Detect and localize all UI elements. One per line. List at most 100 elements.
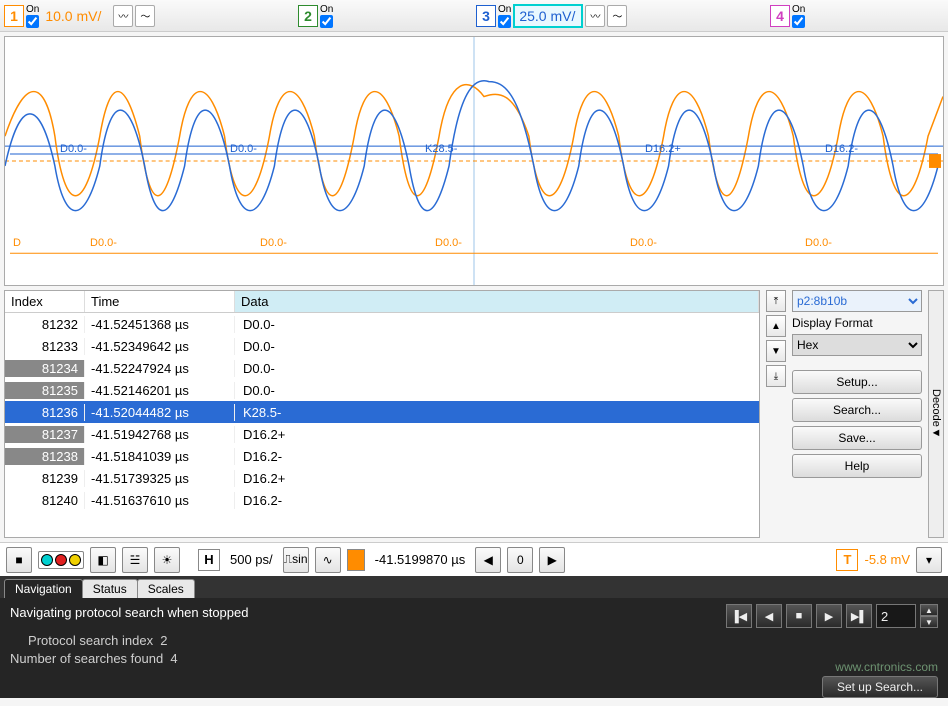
- channel-2-on-checkbox[interactable]: [320, 15, 333, 28]
- nav-stop-button[interactable]: ■: [786, 604, 812, 628]
- cell-data: D16.2-: [235, 492, 759, 509]
- channel-4-on-checkbox[interactable]: [792, 15, 805, 28]
- nav-searches-found: Number of searches found 4: [10, 650, 938, 668]
- cell-time: -41.51942768 µs: [85, 426, 235, 443]
- table-row[interactable]: 81232-41.52451368 µsD0.0-: [5, 313, 759, 335]
- table-row[interactable]: 81233-41.52349642 µsD0.0-: [5, 335, 759, 357]
- cell-index: 81236: [5, 404, 85, 421]
- yellow-dot-icon: [69, 554, 81, 566]
- cell-index: 81233: [5, 338, 85, 355]
- timebase-mode-b-button[interactable]: ∿: [315, 547, 341, 573]
- cell-time: -41.51739325 µs: [85, 470, 235, 487]
- run-stop-button[interactable]: ■: [6, 547, 32, 573]
- channel-2-button[interactable]: 2: [298, 5, 318, 27]
- col-index[interactable]: Index: [5, 291, 85, 312]
- table-body[interactable]: 81232-41.52451368 µsD0.0-81233-41.523496…: [5, 313, 759, 537]
- tab-navigation[interactable]: Navigation: [4, 579, 83, 598]
- cell-index: 81235: [5, 382, 85, 399]
- cell-index: 81239: [5, 470, 85, 487]
- channel-4-group: 4 On: [770, 4, 805, 28]
- cell-time: -41.51637610 µs: [85, 492, 235, 509]
- bottom-toolbar: ■ ◧ ☱ ☀ H 500 ps/ ⎍sin ∿ -41.5199870 µs …: [0, 542, 948, 576]
- brightness-button[interactable]: ☀: [154, 547, 180, 573]
- channel-4-on-box: On: [792, 4, 805, 28]
- cell-data: D0.0-: [235, 316, 759, 333]
- col-data[interactable]: Data: [235, 291, 759, 312]
- table-row[interactable]: 81238-41.51841039 µsD16.2-: [5, 445, 759, 467]
- table-row[interactable]: 81234-41.52247924 µsD0.0-: [5, 357, 759, 379]
- table-row[interactable]: 81239-41.51739325 µsD16.2+: [5, 467, 759, 489]
- help-button[interactable]: Help: [792, 454, 922, 478]
- cell-data: D0.0-: [235, 382, 759, 399]
- channel-2-on-label: On: [320, 4, 333, 15]
- channel-3-on-label: On: [498, 4, 511, 15]
- nav-next-button[interactable]: ▶: [816, 604, 842, 628]
- col-time[interactable]: Time: [85, 291, 235, 312]
- delay-left-button[interactable]: ◀: [475, 547, 501, 573]
- trigger-level[interactable]: -5.8 mV: [864, 552, 910, 567]
- decoder-select[interactable]: p2:8b10b: [792, 290, 922, 312]
- waveform-display[interactable]: D0.0- D0.0- K28.5- D16.2+ D16.2- D D0.0-…: [4, 36, 944, 286]
- setup-button[interactable]: Setup...: [792, 370, 922, 394]
- channel-1-scale[interactable]: 10.0 mV/: [41, 8, 111, 24]
- delay-right-button[interactable]: ▶: [539, 547, 565, 573]
- delay-value[interactable]: -41.5199870 µs: [371, 552, 470, 567]
- timebase-value[interactable]: 500 ps/: [226, 552, 277, 567]
- decode-dock-tab[interactable]: Decode ◄: [928, 290, 944, 538]
- cyan-dot-icon: [41, 554, 53, 566]
- nav-prev-button[interactable]: ◀: [756, 604, 782, 628]
- cell-index: 81232: [5, 316, 85, 333]
- table-row[interactable]: 81237-41.51942768 µsD16.2+: [5, 423, 759, 445]
- channel-1-coupling-icon[interactable]: 〰: [113, 5, 133, 27]
- nav-controls: ▐◀ ◀ ■ ▶ ▶▌ ▲ ▼: [726, 604, 938, 628]
- setup-search-button[interactable]: Set up Search...: [822, 676, 938, 698]
- search-button[interactable]: Search...: [792, 398, 922, 422]
- nav-last-button[interactable]: ▶▌: [846, 604, 872, 628]
- cell-index: 81237: [5, 426, 85, 443]
- decode-table: Index Time Data 81232-41.52451368 µsD0.0…: [4, 290, 760, 538]
- channel-3-scale[interactable]: 25.0 mV/: [513, 4, 583, 28]
- channel-2-on-box: On: [320, 4, 333, 28]
- cell-time: -41.52044482 µs: [85, 404, 235, 421]
- channel-3-button[interactable]: 3: [476, 5, 496, 27]
- layers-button[interactable]: ☱: [122, 547, 148, 573]
- tab-scales[interactable]: Scales: [137, 579, 195, 598]
- channel-1-button[interactable]: 1: [4, 5, 24, 27]
- channel-4-button[interactable]: 4: [770, 5, 790, 27]
- nav-first-button[interactable]: ▐◀: [726, 604, 752, 628]
- cell-time: -41.52146201 µs: [85, 382, 235, 399]
- nav-index-input[interactable]: [876, 604, 916, 628]
- scroll-up-button[interactable]: ▲: [766, 315, 786, 337]
- nav-index-up[interactable]: ▲: [920, 604, 938, 616]
- scroll-bottom-button[interactable]: ⤓: [766, 365, 786, 387]
- display-format-select[interactable]: Hex: [792, 334, 922, 356]
- cell-index: 81240: [5, 492, 85, 509]
- channel-1-impedance-icon[interactable]: 〜: [135, 5, 155, 27]
- cell-index: 81238: [5, 448, 85, 465]
- delay-zero-button[interactable]: 0: [507, 547, 533, 573]
- table-row[interactable]: 81240-41.51637610 µsD16.2-: [5, 489, 759, 511]
- persistence-button[interactable]: ◧: [90, 547, 116, 573]
- table-row[interactable]: 81235-41.52146201 µsD0.0-: [5, 379, 759, 401]
- trigger-menu-button[interactable]: ▾: [916, 547, 942, 573]
- channel-3-coupling-icon[interactable]: 〰: [585, 5, 605, 27]
- channel-3-group: 3 On 25.0 mV/ 〰 〜: [476, 4, 627, 28]
- scroll-down-button[interactable]: ▼: [766, 340, 786, 362]
- timebase-mode-a-button[interactable]: ⎍sin: [283, 547, 309, 573]
- scroll-top-button[interactable]: ⤒: [766, 290, 786, 312]
- nav-index-down[interactable]: ▼: [920, 616, 938, 628]
- trigger-position-icon[interactable]: [347, 549, 365, 571]
- channel-3-impedance-icon[interactable]: 〜: [607, 5, 627, 27]
- table-row[interactable]: 81236-41.52044482 µsK28.5-: [5, 401, 759, 423]
- horizontal-icon[interactable]: H: [198, 549, 220, 571]
- cell-data: D0.0-: [235, 360, 759, 377]
- channel-3-on-checkbox[interactable]: [498, 15, 511, 28]
- trigger-icon[interactable]: T: [836, 549, 858, 571]
- tab-status[interactable]: Status: [82, 579, 138, 598]
- channel-1-on-checkbox[interactable]: [26, 15, 39, 28]
- color-grade-buttons[interactable]: [38, 551, 84, 569]
- cell-data: D16.2+: [235, 426, 759, 443]
- channel-1-on-box: On: [26, 4, 39, 28]
- save-button[interactable]: Save...: [792, 426, 922, 450]
- display-format-label: Display Format: [792, 316, 922, 330]
